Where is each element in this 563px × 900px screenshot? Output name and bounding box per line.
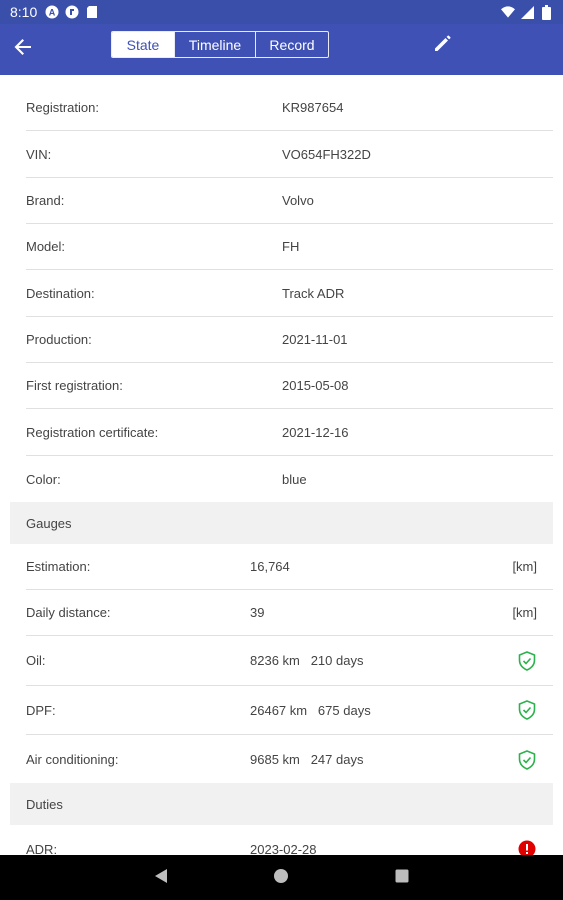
- nav-home-button[interactable]: [272, 868, 290, 889]
- detail-row-vin: VIN: VO654FH322D: [26, 132, 553, 178]
- duty-value: 2023-02-28: [250, 841, 317, 856]
- detail-row-model: Model: FH: [26, 224, 553, 270]
- navigation-a-icon: A: [45, 5, 59, 19]
- wifi-icon: [501, 5, 515, 19]
- status-left: 8:10 A: [10, 4, 99, 20]
- detail-value: 2021-11-01: [282, 332, 348, 347]
- app-bar: State Timeline Record: [0, 24, 563, 75]
- gauge-unit: [km]: [512, 559, 537, 574]
- status-right: [501, 4, 553, 20]
- home-circle-icon: [273, 868, 289, 889]
- edit-button[interactable]: [430, 32, 456, 58]
- back-button[interactable]: [8, 34, 38, 64]
- back-triangle-icon: [154, 868, 168, 889]
- gauge-value: 39: [250, 605, 265, 620]
- gauge-label: Oil:: [26, 653, 46, 668]
- detail-value: blue: [282, 471, 307, 487]
- detail-row-registration-certificate: Registration certificate: 2021-12-16: [26, 410, 553, 456]
- arrow-left-icon: [14, 38, 32, 61]
- detail-label: Brand:: [26, 193, 65, 208]
- detail-row-registration: Registration: KR987654: [26, 85, 553, 131]
- detail-label: VIN:: [26, 147, 52, 162]
- detail-row-first-registration: First registration: 2015-05-08: [26, 363, 553, 409]
- alert-icon: [517, 839, 537, 855]
- status-time: 8:10: [10, 4, 38, 20]
- shield-check-icon: [517, 650, 537, 671]
- battery-icon: [539, 4, 553, 20]
- sd-card-icon: [85, 5, 99, 19]
- duty-label: ADR:: [26, 841, 58, 856]
- duty-row-adr: ADR: 2023-02-28: [26, 825, 553, 855]
- gauge-value: 26467 km 675 days: [250, 702, 371, 718]
- gauge-row-daily-distance: Daily distance: 39 [km]: [26, 590, 553, 636]
- section-header-duties: Duties: [10, 783, 553, 825]
- section-header-gauges: Gauges: [10, 502, 553, 544]
- vehicle-state-panel: Registration: KR987654 VIN: VO654FH322D …: [0, 75, 563, 855]
- gauge-row-estimation: Estimation: 16,764 [km]: [26, 544, 553, 590]
- tab-state-label: State: [126, 36, 160, 53]
- tab-record-label: Record: [269, 36, 315, 53]
- gauge-label: DPF:: [26, 702, 56, 718]
- cellular-icon: [520, 5, 534, 19]
- detail-value: KR987654: [282, 100, 344, 115]
- gauge-row-oil: Oil: 8236 km 210 days: [26, 636, 553, 686]
- gauge-label: Estimation:: [26, 559, 91, 574]
- svg-text:A: A: [49, 8, 56, 18]
- detail-label: First registration:: [26, 378, 123, 393]
- recents-square-icon: [395, 869, 409, 888]
- detail-label: Registration certificate:: [26, 425, 159, 440]
- section-title: Gauges: [26, 515, 72, 531]
- gauge-label: Air conditioning:: [26, 752, 119, 767]
- detail-value: Track ADR: [282, 286, 345, 301]
- section-title: Duties: [26, 796, 63, 812]
- view-tabs: State Timeline Record: [111, 31, 329, 58]
- detail-label: Registration:: [26, 100, 99, 115]
- detail-row-destination: Destination: Track ADR: [26, 271, 553, 317]
- detail-label: Model:: [26, 239, 66, 254]
- tab-record[interactable]: Record: [256, 32, 328, 57]
- detail-value: Volvo: [282, 193, 314, 208]
- detail-label: Production:: [26, 332, 92, 347]
- tab-timeline-label: Timeline: [188, 36, 242, 53]
- detail-row-production: Production: 2021-11-01: [26, 317, 553, 363]
- shield-check-icon: [517, 749, 537, 770]
- detail-value: FH: [282, 239, 300, 254]
- detail-row-brand: Brand: Volvo: [26, 178, 553, 224]
- pencil-icon: [433, 33, 453, 58]
- gauge-unit: [km]: [512, 605, 537, 620]
- app-icon: [65, 5, 79, 19]
- detail-value: VO654FH322D: [282, 147, 371, 162]
- gauge-row-air-conditioning: Air conditioning: 9685 km 247 days: [26, 735, 553, 784]
- nav-recents-button[interactable]: [393, 869, 411, 887]
- shield-check-icon: [517, 700, 537, 720]
- gauge-value: 16,764: [250, 559, 290, 574]
- gauge-label: Daily distance:: [26, 605, 111, 620]
- detail-label: Color:: [26, 471, 61, 487]
- detail-row-color: Color: blue: [26, 456, 553, 502]
- system-nav-bar: [0, 855, 563, 900]
- status-bar: 8:10 A: [0, 0, 563, 24]
- detail-value: 2015-05-08: [282, 378, 349, 393]
- tab-state[interactable]: State: [112, 32, 175, 57]
- gauge-value: 8236 km 210 days: [250, 653, 364, 668]
- tab-timeline[interactable]: Timeline: [175, 32, 256, 57]
- gauge-value: 9685 km 247 days: [250, 752, 364, 767]
- gauge-row-dpf: DPF: 26467 km 675 days: [26, 686, 553, 735]
- detail-value: 2021-12-16: [282, 425, 349, 440]
- nav-back-button[interactable]: [152, 868, 170, 889]
- detail-label: Destination:: [26, 286, 95, 301]
